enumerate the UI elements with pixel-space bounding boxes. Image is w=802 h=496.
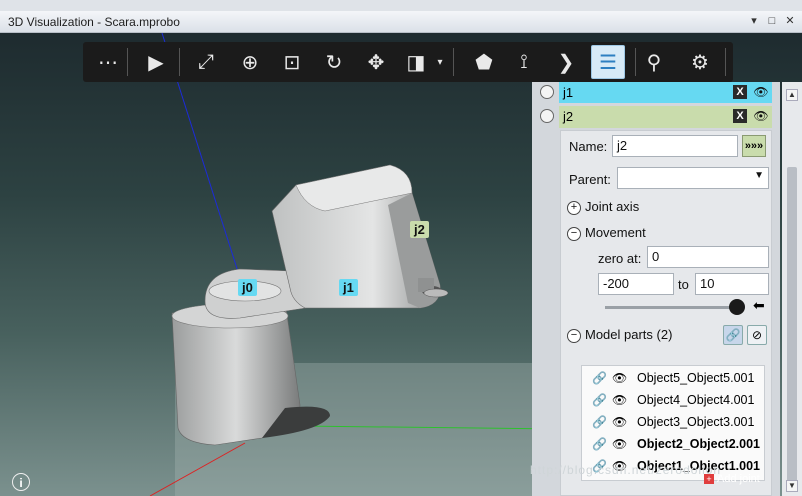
parent-label: Parent: [569,172,611,187]
arrow-left-icon[interactable]: ⬅ [753,297,765,314]
zero-at-label: zero at: [598,251,642,266]
chevron-right-icon[interactable]: ❯ [549,45,583,79]
fit-view-icon[interactable]: ⤢ [189,45,223,79]
joint-j2-radio[interactable] [540,109,554,123]
eye-icon[interactable]: 👁 [612,371,627,385]
movement-label[interactable]: Movement [585,225,646,240]
window-titlebar: 3D Visualization - Scara.mprobo ▾ □ ✕ [0,11,802,33]
pin-tool-icon[interactable]: ⚲ [637,45,671,79]
model-part-row[interactable]: 🔗 👁 Object5_Object5.001 [582,368,766,390]
range-min-input[interactable]: -200 [598,273,674,295]
eye-icon[interactable]: 👁 [752,84,770,100]
toolbar-separator [453,48,454,76]
model-part-row[interactable]: 🔗 👁 Object2_Object2.001 [582,434,766,456]
window-menu-icon[interactable]: ▾ [748,14,760,28]
rotate-icon[interactable]: ↻ [317,45,351,79]
joint-label-j0[interactable]: j0 [238,279,257,296]
joint-j1-header[interactable]: j1 X 👁 [559,82,772,103]
view-cube-icon[interactable]: ◨ [399,45,433,79]
zoom-region-icon[interactable]: ⊡ [275,45,309,79]
object-icon[interactable]: ⬟ [467,45,501,79]
panel-scrollbar[interactable]: ▲ ▼ [782,82,802,496]
model-parts-label[interactable]: Model parts (2) [585,327,672,342]
joint-label-j1[interactable]: j1 [339,279,358,296]
viewport-toolbar: ⋯ ▶ ⤢ ⊕ ⊡ ↻ ✥ ◨ ⬟ ⟟ ❯ ☰ ⚲ ⚙ ▾ [83,42,733,82]
movement-slider-track[interactable] [605,306,741,309]
joint-row-j1[interactable]: j1 X 👁 [532,82,780,108]
expand-joint-axis-icon[interactable]: + [567,201,581,215]
collapse-movement-icon[interactable]: − [567,227,581,241]
chevron-down-icon: ▼ [754,170,764,181]
eye-icon[interactable]: 👁 [612,415,627,429]
attach-parts-icon[interactable]: 🔗 [723,325,743,345]
toolbar-separator [635,48,636,76]
more-icon[interactable]: ⋯ [91,45,125,79]
zero-at-input[interactable]: 0 [647,246,769,268]
add-joint-button[interactable]: + Add joint [704,473,774,489]
axes-icon[interactable]: ⟟ [507,45,541,79]
joint-j1-label: j1 [563,85,574,100]
close-icon[interactable]: ✕ [784,14,796,28]
model-part-name: Object4_Object4.001 [637,393,755,407]
eye-icon[interactable]: 👁 [752,108,770,124]
zoom-in-icon[interactable]: ⊕ [233,45,267,79]
joint-axis-label[interactable]: Joint axis [585,199,639,214]
toolbar-separator [179,48,180,76]
name-input[interactable]: j2 [612,135,738,157]
view-dropdown-icon[interactable]: ▾ [433,45,447,79]
apply-name-button[interactable]: »»» [742,135,766,157]
name-label: Name: [569,139,608,154]
play-icon[interactable]: ▶ [139,45,173,79]
toolbar-separator [725,48,726,76]
joint-row-j2[interactable]: j2 X 👁 [532,106,780,132]
scroll-down-icon[interactable]: ▼ [786,480,798,492]
paperclip-icon[interactable]: 🔗 [592,393,607,407]
scroll-up-icon[interactable]: ▲ [786,89,798,101]
eye-icon[interactable]: 👁 [612,437,627,451]
joint-j1-radio[interactable] [540,85,554,99]
detach-parts-icon[interactable]: ⊘ [747,325,767,345]
joints-panel-icon[interactable]: ☰ [591,45,625,79]
range-max-input[interactable]: 10 [695,273,769,295]
settings-tool-icon[interactable]: ⚙ [683,45,717,79]
range-to-label: to [678,277,689,292]
joint-j2-header[interactable]: j2 X 👁 [559,106,772,128]
model-parts-tools: 🔗 ⊘ [723,325,769,345]
delete-joint-j2-button[interactable]: X [733,109,747,123]
joint-label-j2[interactable]: j2 [410,221,429,238]
toolbar-separator [127,48,128,76]
model-part-name: Object5_Object5.001 [637,371,755,385]
scrollbar-thumb[interactable] [787,167,797,487]
info-icon[interactable]: i [12,473,30,491]
eye-icon[interactable]: 👁 [612,393,627,407]
window-title: 3D Visualization - Scara.mprobo [8,15,180,29]
joint-properties: Name: j2 »»» Parent: ▼ + Joint axis − Mo… [560,130,772,496]
paperclip-icon[interactable]: 🔗 [592,437,607,451]
delete-joint-j1-button[interactable]: X [733,85,747,99]
joint-j2-label: j2 [563,109,574,124]
paperclip-icon[interactable]: 🔗 [592,371,607,385]
model-part-name: Object2_Object2.001 [637,437,760,451]
add-icon: + [704,474,714,484]
maximize-icon[interactable]: □ [766,14,778,28]
model-part-row[interactable]: 🔗 👁 Object3_Object3.001 [582,412,766,434]
movement-slider-handle[interactable] [729,299,745,315]
collapse-model-parts-icon[interactable]: − [567,329,581,343]
add-joint-label: Add joint [717,473,760,485]
joints-panel: j1 X 👁 j2 X 👁 Name: j2 »»» Parent: ▼ + J… [532,82,780,496]
model-part-name: Object3_Object3.001 [637,415,755,429]
parent-select[interactable]: ▼ [617,167,769,189]
watermark-url: http://blog.csdn.net/zerodolion [530,463,722,477]
model-part-row[interactable]: 🔗 👁 Object4_Object4.001 [582,390,766,412]
paperclip-icon[interactable]: 🔗 [592,415,607,429]
pan-icon[interactable]: ✥ [359,45,393,79]
